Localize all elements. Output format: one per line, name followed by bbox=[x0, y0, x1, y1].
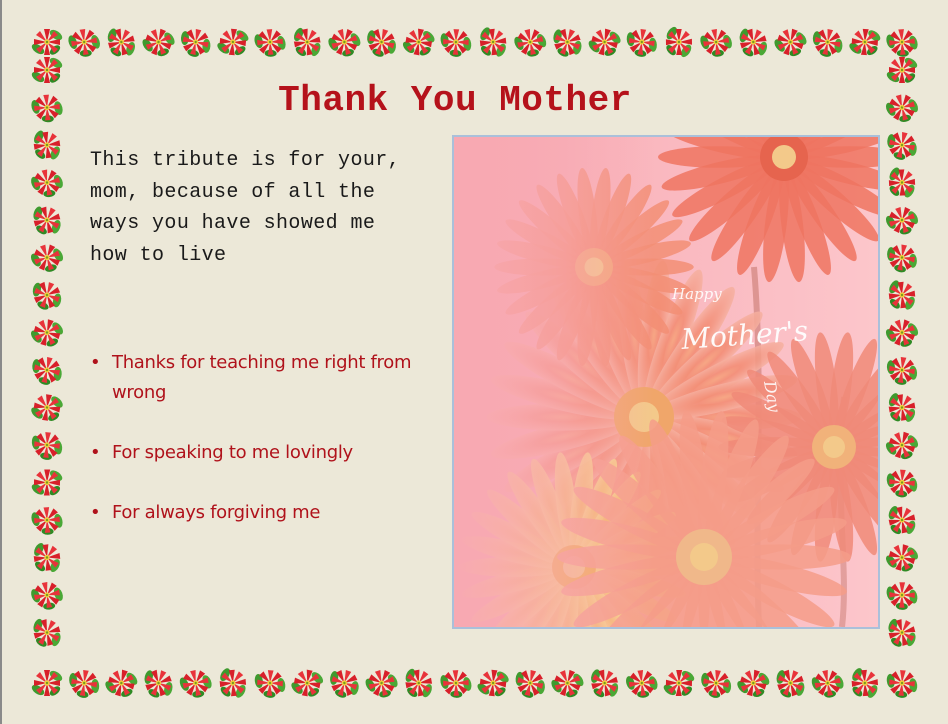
poinsettia-icon bbox=[661, 668, 697, 698]
poinsettia-icon bbox=[880, 122, 924, 168]
poinsettia-icon bbox=[30, 126, 64, 164]
poinsettia-icon bbox=[29, 27, 65, 57]
poinsettia-icon bbox=[61, 20, 107, 64]
gratitude-list: • Thanks for teaching me right from wron… bbox=[90, 348, 435, 558]
poinsettia-icon bbox=[880, 312, 924, 353]
poinsettia-icon bbox=[664, 24, 694, 60]
poinsettia-icon bbox=[805, 661, 850, 705]
poinsettia-icon bbox=[24, 422, 69, 468]
poinsettia-icon bbox=[24, 85, 70, 130]
document-page: Thank You Mother This tribute is for you… bbox=[0, 0, 948, 724]
poinsettia-icon bbox=[401, 663, 436, 703]
poinsettia-icon bbox=[289, 22, 325, 62]
bullet-icon: • bbox=[90, 352, 101, 373]
poinsettia-icon bbox=[849, 665, 881, 702]
poinsettia-icon bbox=[846, 26, 883, 58]
poinsettia-icon bbox=[28, 612, 66, 653]
window-edge bbox=[0, 0, 2, 724]
poinsettia-icon bbox=[884, 388, 919, 427]
poinsettia-icon bbox=[881, 538, 923, 577]
poinsettia-icon bbox=[24, 161, 70, 204]
poinsettia-icon bbox=[885, 276, 918, 314]
poinsettia-icon bbox=[24, 573, 70, 617]
tribute-text: This tribute is for your, mom, because o… bbox=[90, 149, 401, 267]
poinsettia-icon bbox=[732, 664, 774, 702]
list-item: • For speaking to me lovingly bbox=[90, 438, 435, 468]
poinsettia-icon bbox=[547, 20, 588, 64]
poinsettia-icon bbox=[694, 660, 738, 706]
poinsettia-icon bbox=[509, 661, 552, 706]
poinsettia-icon bbox=[27, 390, 67, 425]
mothers-day-photo: Happy Mother's Day bbox=[452, 135, 880, 629]
poinsettia-icon bbox=[880, 235, 924, 280]
poinsettia-icon bbox=[619, 661, 664, 705]
poinsettia-icon bbox=[24, 497, 70, 543]
poinsettia-icon bbox=[508, 20, 553, 64]
poinsettia-icon bbox=[287, 665, 327, 701]
poinsettia-icon bbox=[26, 273, 67, 317]
poinsettia-icon bbox=[214, 26, 252, 58]
poinsettia-icon bbox=[359, 662, 404, 704]
poinsettia-icon bbox=[879, 460, 924, 505]
poinsettia-icon bbox=[693, 20, 739, 64]
poinsettia-icon bbox=[29, 467, 65, 498]
poinsettia-icon bbox=[734, 21, 772, 63]
poinsettia-icon bbox=[25, 347, 69, 393]
poinsettia-icon bbox=[360, 20, 403, 64]
poinsettia-icon bbox=[879, 660, 924, 706]
poinsettia-icon bbox=[216, 664, 249, 702]
list-item: • For always forgiving me bbox=[90, 498, 435, 528]
poinsettia-icon bbox=[880, 199, 924, 241]
poinsettia-icon bbox=[323, 661, 365, 705]
poinsettia-icon bbox=[102, 21, 140, 63]
poinsettia-icon bbox=[883, 612, 921, 653]
poinsettia-icon bbox=[247, 19, 293, 65]
poinsettia-icon bbox=[247, 660, 293, 706]
poinsettia-icon bbox=[884, 500, 920, 540]
poinsettia-icon bbox=[769, 22, 812, 62]
poinsettia-icon bbox=[886, 164, 918, 201]
poinsettia-icon bbox=[880, 86, 924, 129]
poinsettia-icon bbox=[476, 23, 510, 61]
poinsettia-icon bbox=[30, 538, 64, 577]
poinsettia-icon bbox=[28, 199, 66, 241]
poinsettia-icon bbox=[26, 313, 68, 352]
poinsettia-icon bbox=[880, 347, 924, 393]
page-title: Thank You Mother bbox=[278, 80, 632, 121]
poinsettia-icon bbox=[138, 661, 178, 705]
poinsettia-icon bbox=[433, 660, 479, 706]
list-item-text: For always forgiving me bbox=[112, 502, 321, 523]
poinsettia-icon bbox=[29, 55, 65, 85]
poinsettia-icon bbox=[881, 425, 923, 465]
poinsettia-icon bbox=[474, 667, 512, 700]
poinsettia-icon bbox=[174, 19, 217, 65]
poinsettia-icon bbox=[584, 23, 625, 61]
poinsettia-icon bbox=[770, 662, 810, 704]
list-item-text: Thanks for teaching me right from wrong bbox=[112, 352, 412, 403]
poinsettia-icon bbox=[100, 664, 142, 702]
poinsettia-icon bbox=[25, 237, 69, 278]
poinsettia-icon bbox=[62, 660, 106, 706]
list-item-text: For speaking to me lovingly bbox=[112, 442, 353, 463]
poinsettia-icon bbox=[546, 663, 589, 703]
poinsettia-icon bbox=[879, 20, 925, 65]
poinsettia-icon bbox=[322, 21, 366, 63]
photo-caption-line2: Mother's bbox=[679, 314, 809, 356]
photo-caption-line1: Happy bbox=[671, 285, 722, 303]
poinsettia-icon bbox=[619, 19, 664, 65]
poinsettia-icon bbox=[29, 668, 65, 698]
poinsettia-icon bbox=[879, 572, 925, 618]
list-item: • Thanks for teaching me right from wron… bbox=[90, 348, 435, 408]
poinsettia-icon bbox=[433, 19, 478, 65]
photo-caption-line3: Day bbox=[760, 378, 785, 414]
poinsettia-icon bbox=[173, 661, 218, 705]
poinsettia-icon bbox=[806, 19, 849, 65]
poinsettia-icon bbox=[137, 22, 180, 62]
bullet-icon: • bbox=[90, 502, 101, 523]
poinsettia-icon bbox=[586, 662, 623, 704]
poinsettia-icon bbox=[399, 24, 438, 60]
bullet-icon: • bbox=[90, 442, 101, 463]
poinsettia-icon bbox=[884, 55, 920, 85]
